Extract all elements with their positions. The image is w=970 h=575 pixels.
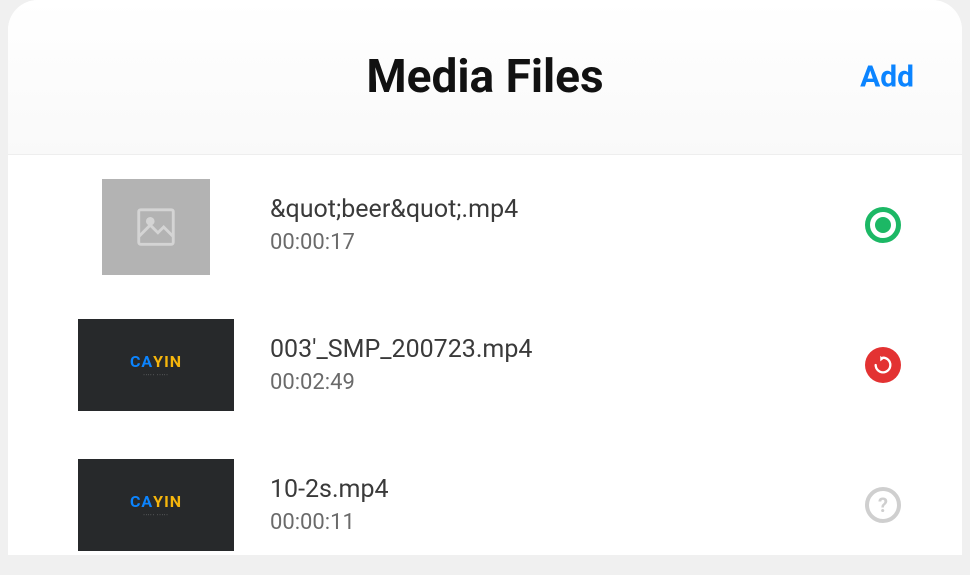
media-duration: 00:00:11 (270, 510, 828, 535)
cayin-logo: CAYIN (130, 492, 182, 511)
cayin-thumbnail: CAYIN ····· ····· (78, 319, 234, 411)
media-item[interactable]: CAYIN ····· ····· 003'_SMP_200723.mp4 00… (8, 295, 962, 435)
media-list: &quot;beer&quot;.mp4 00:00:17 CAYIN ····… (8, 155, 962, 575)
media-name: 003'_SMP_200723.mp4 (270, 335, 828, 364)
page-title: Media Files (366, 50, 603, 104)
media-thumbnail: CAYIN ····· ····· (78, 459, 234, 551)
media-name: &quot;beer&quot;.mp4 (270, 195, 828, 224)
status-unknown-icon[interactable]: ? (864, 486, 902, 524)
cayin-logo: CAYIN (130, 352, 182, 371)
media-duration: 00:00:17 (270, 230, 828, 255)
media-duration: 00:02:49 (270, 370, 828, 395)
status-ok-icon[interactable] (864, 206, 902, 244)
media-info: &quot;beer&quot;.mp4 00:00:17 (270, 195, 828, 255)
panel-header: Media Files Add (8, 0, 962, 155)
media-thumbnail (78, 179, 234, 271)
media-thumbnail: CAYIN ····· ····· (78, 319, 234, 411)
image-placeholder-icon (102, 179, 210, 275)
media-info: 10-2s.mp4 00:00:11 (270, 475, 828, 535)
status-refresh-icon[interactable] (864, 346, 902, 384)
media-item[interactable]: CAYIN ····· ····· 10-2s.mp4 00:00:11 ? (8, 435, 962, 575)
add-button[interactable]: Add (860, 60, 914, 95)
media-files-panel: Media Files Add &quot;beer&quot;.mp4 00:… (8, 0, 962, 555)
cayin-thumbnail: CAYIN ····· ····· (78, 459, 234, 551)
media-name: 10-2s.mp4 (270, 475, 828, 504)
media-info: 003'_SMP_200723.mp4 00:02:49 (270, 335, 828, 395)
media-item[interactable]: &quot;beer&quot;.mp4 00:00:17 (8, 155, 962, 295)
